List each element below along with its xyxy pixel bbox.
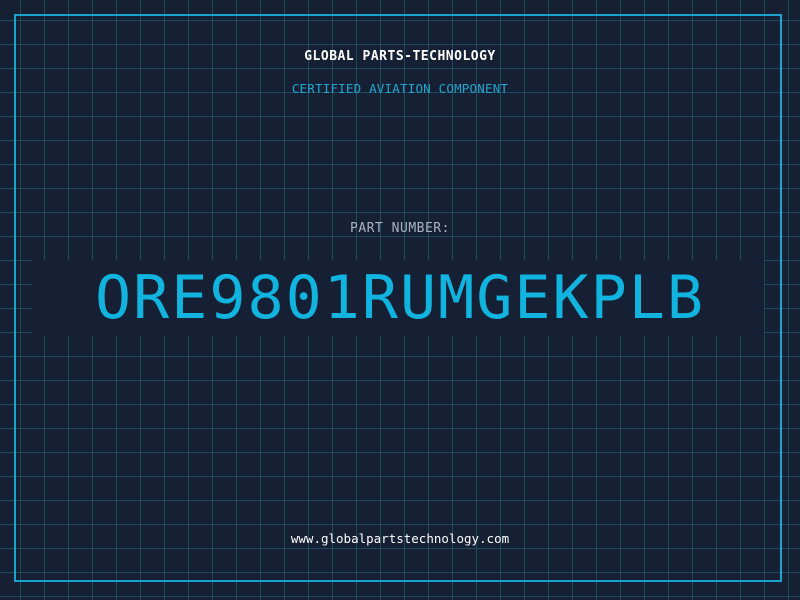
certification-subtitle: CERTIFIED AVIATION COMPONENT: [291, 81, 509, 96]
part-number-label: PART NUMBER:: [350, 221, 450, 236]
company-name: GLOBAL PARTS-TECHNOLOGY: [304, 49, 496, 64]
part-number-value: ORE9801RUMGEKPLB: [95, 263, 705, 333]
website-url: www.globalpartstechnology.com: [290, 531, 510, 546]
